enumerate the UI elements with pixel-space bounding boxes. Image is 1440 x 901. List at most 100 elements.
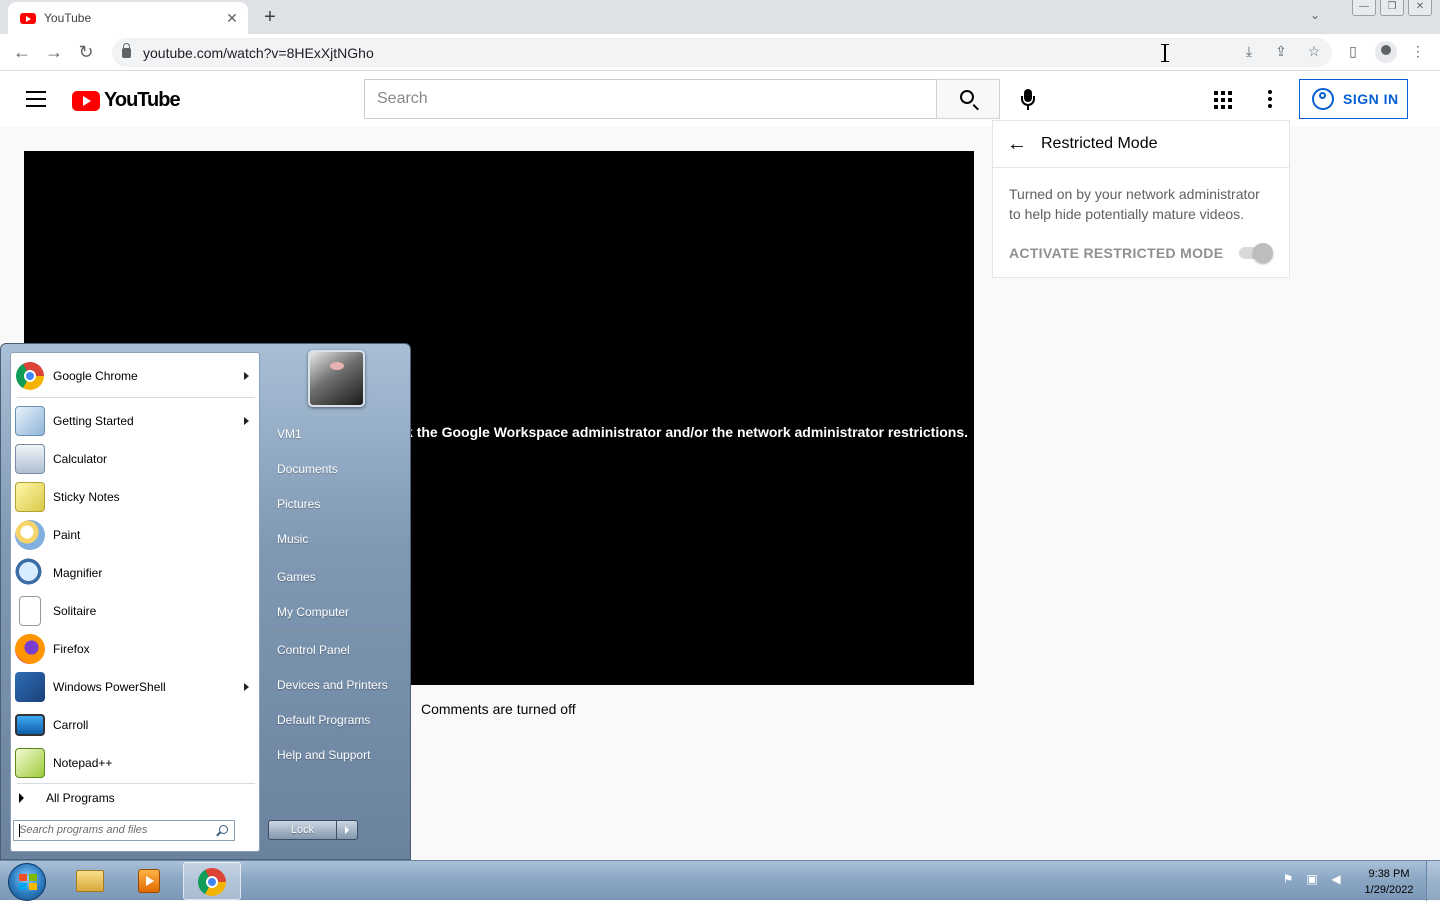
start-item-label: Getting Started	[53, 414, 134, 428]
submenu-arrow-icon	[244, 372, 249, 380]
window-controls: — ❐ ✕	[1352, 0, 1432, 16]
restricted-mode-title: Restricted Mode	[1041, 135, 1158, 152]
sign-in-label: SIGN IN	[1343, 91, 1399, 107]
taskbar-chrome-button[interactable]	[183, 862, 241, 900]
start-item-label: Windows PowerShell	[53, 680, 166, 694]
start-link-help-support[interactable]: Help and Support	[277, 748, 370, 762]
account-circle-icon	[1312, 88, 1334, 110]
side-panel-icon[interactable]: ▯	[1343, 43, 1363, 60]
start-link-devices-printers[interactable]: Devices and Printers	[277, 678, 388, 692]
text-cursor-icon	[1160, 44, 1170, 62]
new-tab-button[interactable]: +	[258, 5, 282, 29]
start-item-notepadpp[interactable]: Notepad++	[13, 744, 257, 782]
notepadpp-icon	[15, 748, 45, 778]
voice-search-mic-icon[interactable]	[1016, 89, 1040, 113]
youtube-logo[interactable]: YouTube	[72, 89, 181, 112]
solitaire-icon	[19, 596, 41, 626]
tab-search-icon[interactable]: ⌄	[1310, 8, 1320, 22]
start-link-vm1[interactable]: VM1	[277, 427, 302, 441]
calculator-icon	[15, 444, 45, 474]
action-center-icon[interactable]: ⚑	[1280, 871, 1296, 887]
taskbar-media-player-button[interactable]	[120, 862, 178, 900]
chrome-icon	[16, 362, 44, 390]
start-item-getting-started[interactable]: Getting Started	[13, 402, 257, 440]
browser-toolbar: ← → ↻ youtube.com/watch?v=8HExXjtNGho ⤓ …	[0, 34, 1440, 71]
firefox-icon	[15, 634, 45, 664]
clock[interactable]: 9:38 PM 1/29/2022	[1352, 866, 1426, 898]
tab-close-icon[interactable]: ✕	[224, 10, 240, 27]
lock-button[interactable]: Lock	[268, 820, 358, 840]
start-item-label: Paint	[53, 528, 81, 542]
settings-more-icon[interactable]	[1268, 90, 1272, 108]
show-desktop-button[interactable]	[1426, 861, 1440, 901]
youtube-wordmark: YouTube	[104, 89, 181, 111]
restricted-mode-description: Turned on by your network administrator …	[1009, 186, 1260, 222]
start-item-label: Sticky Notes	[53, 490, 120, 504]
start-link-pictures[interactable]: Pictures	[277, 497, 320, 511]
clock-time: 9:38 PM	[1368, 868, 1410, 880]
start-item-calculator[interactable]: Calculator	[13, 440, 257, 478]
start-link-my-computer[interactable]: My Computer	[277, 605, 349, 619]
start-search-input[interactable]: Search programs and files	[13, 820, 235, 841]
taskbar-explorer-button[interactable]	[60, 862, 118, 900]
volume-icon[interactable]: ◀	[1328, 871, 1344, 887]
bookmark-star-icon[interactable]: ☆	[1304, 43, 1324, 60]
clock-date: 1/29/2022	[1364, 884, 1414, 896]
restricted-mode-toggle-label: ACTIVATE RESTRICTED MODE	[1009, 245, 1224, 261]
start-item-label: Firefox	[53, 642, 90, 656]
start-button[interactable]	[8, 863, 46, 901]
install-app-icon[interactable]: ⤓	[1239, 43, 1259, 60]
user-account-picture[interactable]	[308, 350, 365, 407]
start-item-label: Solitaire	[53, 604, 97, 618]
lock-icon[interactable]	[122, 42, 131, 58]
profile-avatar-icon[interactable]	[1375, 41, 1397, 63]
start-item-label: Notepad++	[53, 756, 113, 770]
folder-icon	[76, 870, 104, 892]
sign-in-button[interactable]: SIGN IN	[1299, 79, 1408, 119]
chrome-menu-icon[interactable]: ⋮	[1408, 43, 1428, 60]
magnifier-icon	[15, 558, 45, 588]
windows-logo-icon	[19, 874, 37, 890]
start-link-default-programs[interactable]: Default Programs	[277, 713, 370, 727]
start-item-carroll[interactable]: Carroll	[13, 706, 257, 744]
start-item-google-chrome[interactable]: Google Chrome	[13, 357, 257, 395]
system-tray: ⚑ ▣ ◀	[1280, 871, 1344, 887]
reload-button[interactable]: ↻	[74, 41, 98, 65]
close-window-button[interactable]: ✕	[1408, 0, 1432, 16]
search-button[interactable]	[936, 79, 1000, 119]
start-link-control-panel[interactable]: Control Panel	[277, 643, 350, 657]
start-link-documents[interactable]: Documents	[277, 462, 338, 476]
youtube-favicon-icon	[20, 12, 36, 24]
start-item-paint[interactable]: Paint	[13, 516, 257, 554]
back-arrow-icon[interactable]: ←	[1007, 133, 1027, 156]
restricted-mode-toggle[interactable]	[1237, 243, 1274, 263]
start-item-magnifier[interactable]: Magnifier	[13, 554, 257, 592]
youtube-apps-grid-icon[interactable]	[1214, 91, 1232, 109]
all-programs-button[interactable]: All Programs	[19, 791, 115, 805]
share-icon[interactable]: ⇪	[1271, 43, 1291, 60]
start-search-placeholder: Search programs and files	[19, 824, 148, 836]
browser-tab-youtube[interactable]: YouTube ✕	[8, 2, 248, 34]
start-link-music[interactable]: Music	[277, 532, 308, 546]
start-item-windows-powershell[interactable]: Windows PowerShell	[13, 668, 257, 706]
search-input[interactable]: Search	[364, 79, 937, 119]
start-item-sticky-notes[interactable]: Sticky Notes	[13, 478, 257, 516]
search-icon[interactable]	[219, 825, 228, 834]
start-item-solitaire[interactable]: Solitaire	[13, 592, 257, 630]
forward-button[interactable]: →	[42, 41, 66, 65]
restore-button[interactable]: ❐	[1380, 0, 1404, 16]
start-item-firefox[interactable]: Firefox	[13, 630, 257, 668]
network-icon[interactable]: ▣	[1304, 871, 1320, 887]
media-player-icon	[138, 869, 160, 893]
taskbar: ⚑ ▣ ◀ 9:38 PM 1/29/2022	[0, 860, 1440, 901]
hamburger-menu-icon[interactable]	[26, 91, 46, 107]
start-item-label: Google Chrome	[53, 369, 138, 383]
address-bar[interactable]: youtube.com/watch?v=8HExXjtNGho	[112, 38, 1332, 67]
shutdown-options-arrow-icon[interactable]	[337, 821, 357, 839]
restricted-mode-panel: ← Restricted Mode Turned on by your netw…	[992, 120, 1290, 278]
back-button[interactable]: ←	[10, 41, 34, 65]
minimize-button[interactable]: —	[1352, 0, 1376, 16]
start-link-games[interactable]: Games	[277, 570, 316, 584]
restricted-mode-toggle-row: ACTIVATE RESTRICTED MODE	[1009, 243, 1274, 263]
chrome-icon	[198, 868, 226, 896]
